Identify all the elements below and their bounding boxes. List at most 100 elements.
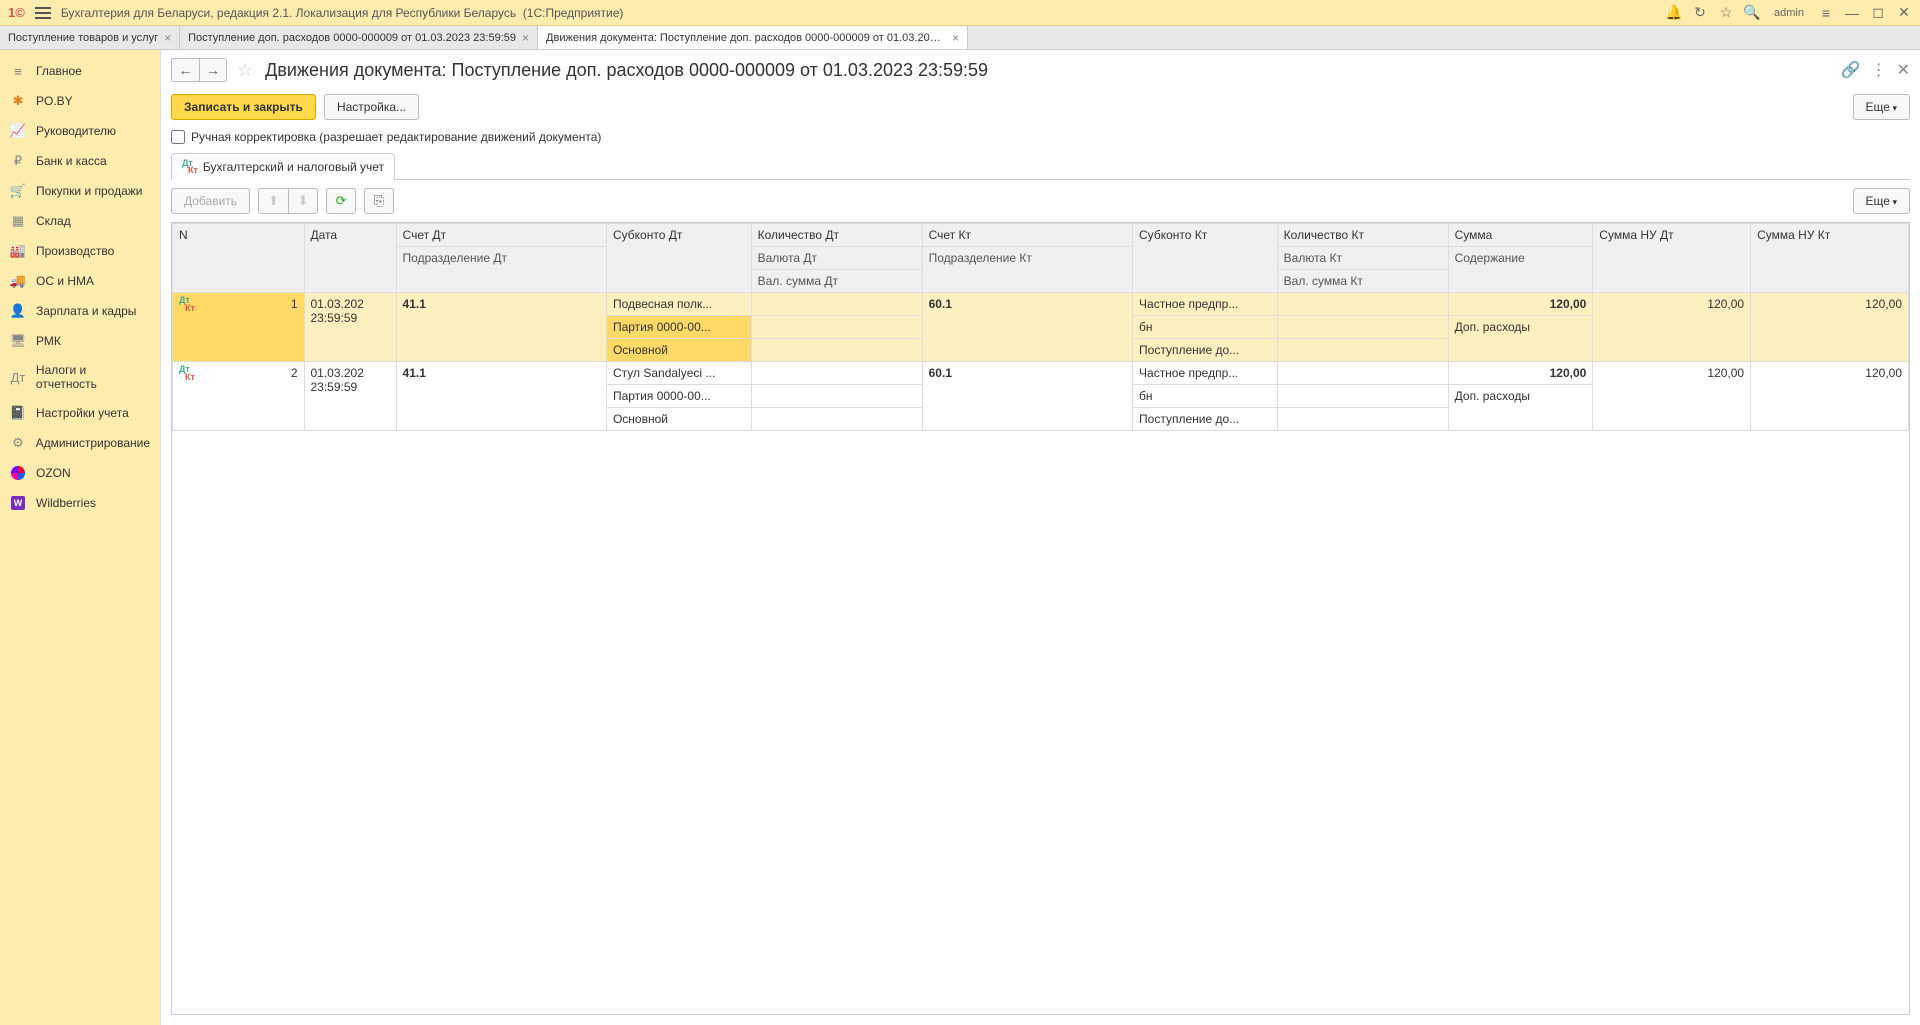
col-acct-dt[interactable]: Счет Дт: [396, 224, 606, 247]
sidebar-label: Зарплата и кадры: [36, 304, 136, 318]
cell-sub-kt: Частное предпр...: [1133, 362, 1278, 385]
sidebar-item-4[interactable]: 🛒Покупки и продажи: [0, 176, 160, 206]
sidebar-item-0[interactable]: ≡Главное: [0, 56, 160, 86]
sidebar-icon: ≡: [10, 63, 26, 79]
cell-qty-kt: [1277, 362, 1448, 385]
dtkt-icon: ДтКт: [182, 160, 198, 174]
sidebar-item-12[interactable]: ⚙Администрирование: [0, 428, 160, 458]
close-icon[interactable]: ×: [522, 31, 529, 45]
user-label[interactable]: admin: [1774, 7, 1804, 19]
col-val-dt[interactable]: Вал. сумма Дт: [751, 270, 922, 293]
tab-1[interactable]: Поступление доп. расходов 0000-000009 от…: [180, 26, 538, 49]
col-sub-kt[interactable]: Субконто Кт: [1133, 224, 1278, 293]
ozon-icon: [10, 465, 26, 481]
sidebar-item-11[interactable]: 📓Настройки учета: [0, 398, 160, 428]
cell-sub-dt: Партия 0000-00...: [606, 316, 751, 339]
sidebar-item-10[interactable]: ДтНалоги и отчетность: [0, 356, 160, 398]
col-qty-dt[interactable]: Количество Дт: [751, 224, 922, 247]
tab-2[interactable]: Движения документа: Поступление доп. рас…: [538, 26, 968, 49]
cell-sum: 120,00: [1448, 293, 1593, 316]
move-up-button[interactable]: ⬆: [258, 188, 288, 214]
menu-icon[interactable]: [35, 7, 51, 19]
cell-cur-kt: [1277, 385, 1448, 408]
col-dep-dt[interactable]: Подразделение Дт: [396, 247, 606, 293]
refresh-button[interactable]: ⟳: [326, 188, 356, 214]
sidebar-icon: 📈: [10, 123, 26, 139]
save-close-button[interactable]: Записать и закрыть: [171, 94, 316, 120]
cell-acct-dt: 41.1: [396, 362, 606, 431]
settings-button[interactable]: Настройка...: [324, 94, 419, 120]
sidebar-item-14[interactable]: WWildberries: [0, 488, 160, 518]
table-toolbar: Добавить ⬆ ⬇ ⟳ ⎘ Еще: [161, 180, 1920, 222]
sidebar-label: Администрирование: [36, 436, 150, 450]
col-dep-kt[interactable]: Подразделение Кт: [922, 247, 1132, 293]
favorite-star-icon[interactable]: ☆: [237, 60, 253, 81]
bell-icon[interactable]: 🔔: [1666, 5, 1682, 21]
sidebar-item-9[interactable]: 🖥РМК: [0, 326, 160, 356]
sidebar-label: OZON: [36, 466, 71, 480]
page-title: Движения документа: Поступление доп. рас…: [265, 60, 988, 81]
cell-sub-dt: Основной: [606, 339, 751, 362]
table-more-button[interactable]: Еще: [1853, 188, 1910, 214]
kebab-icon[interactable]: ⋮: [1871, 60, 1887, 80]
col-date[interactable]: Дата: [304, 224, 396, 293]
table-row[interactable]: ДтКт101.03.20223:59:5941.1Подвесная полк…: [173, 293, 1909, 316]
search-icon[interactable]: 🔍: [1744, 5, 1760, 21]
sidebar-icon: 📓: [10, 405, 26, 421]
sidebar-item-5[interactable]: ▦Склад: [0, 206, 160, 236]
link-icon[interactable]: 🔗: [1841, 60, 1861, 80]
sidebar-item-1[interactable]: ✱PO.BY: [0, 86, 160, 116]
export-button[interactable]: ⎘: [364, 188, 394, 214]
maximize-icon[interactable]: ◻: [1870, 5, 1886, 21]
close-icon[interactable]: ×: [952, 31, 959, 45]
cell-date: 01.03.20223:59:59: [304, 362, 396, 431]
minimize-icon[interactable]: —: [1844, 5, 1860, 21]
add-button[interactable]: Добавить: [171, 188, 250, 214]
col-nu-kt[interactable]: Сумма НУ Кт: [1751, 224, 1909, 293]
sidebar-item-2[interactable]: 📈Руководителю: [0, 116, 160, 146]
cell-qty-kt: [1277, 293, 1448, 316]
col-sum[interactable]: Сумма: [1448, 224, 1593, 247]
more-button[interactable]: Еще: [1853, 94, 1910, 120]
dtkt-icon: ДтКт: [179, 297, 195, 311]
table-row[interactable]: ДтКт201.03.20223:59:5941.1Стул Sandalyec…: [173, 362, 1909, 385]
cell-sub-kt: бн: [1133, 316, 1278, 339]
sidebar-item-7[interactable]: 🚚ОС и НМА: [0, 266, 160, 296]
col-qty-kt[interactable]: Количество Кт: [1277, 224, 1448, 247]
sidebar-item-8[interactable]: 👤Зарплата и кадры: [0, 296, 160, 326]
settings-icon[interactable]: ≡: [1818, 5, 1834, 21]
page-header: ← → ☆ Движения документа: Поступление до…: [161, 50, 1920, 90]
col-sub-dt[interactable]: Субконто Дт: [606, 224, 751, 293]
col-val-kt[interactable]: Вал. сумма Кт: [1277, 270, 1448, 293]
nav-forward-button[interactable]: →: [199, 58, 227, 82]
col-n[interactable]: N: [173, 224, 305, 293]
move-down-button[interactable]: ⬇: [288, 188, 318, 214]
cell-sum: 120,00: [1448, 362, 1593, 385]
doc-section-tabs: ДтКт Бухгалтерский и налоговый учет: [171, 152, 1910, 180]
manual-edit-checkbox[interactable]: [171, 130, 185, 144]
col-acct-kt[interactable]: Счет Кт: [922, 224, 1132, 247]
entries-table: N Дата Счет Дт Субконто Дт Количество Дт…: [172, 223, 1909, 431]
sidebar-item-3[interactable]: ₽Банк и касса: [0, 146, 160, 176]
col-cur-kt[interactable]: Валюта Кт: [1277, 247, 1448, 270]
cell-sub-dt: Основной: [606, 408, 751, 431]
tab-label: Поступление доп. расходов 0000-000009 от…: [188, 32, 516, 44]
close-icon[interactable]: ×: [164, 31, 171, 45]
close-window-icon[interactable]: ✕: [1896, 5, 1912, 21]
close-page-icon[interactable]: ✕: [1897, 60, 1910, 80]
col-cur-dt[interactable]: Валюта Дт: [751, 247, 922, 270]
col-content[interactable]: Содержание: [1448, 247, 1593, 293]
cell-nu-dt: 120,00: [1593, 293, 1751, 362]
sidebar-item-13[interactable]: OZON: [0, 458, 160, 488]
cell-sub-kt: Частное предпр...: [1133, 293, 1278, 316]
sidebar-label: РМК: [36, 334, 61, 348]
cell-val-kt: [1277, 339, 1448, 362]
history-icon[interactable]: ↻: [1692, 5, 1708, 21]
col-nu-dt[interactable]: Сумма НУ Дт: [1593, 224, 1751, 293]
nav-back-button[interactable]: ←: [171, 58, 199, 82]
star-icon[interactable]: ☆: [1718, 5, 1734, 21]
cell-nu-dt: 120,00: [1593, 362, 1751, 431]
sidebar-item-6[interactable]: 🏭Производство: [0, 236, 160, 266]
doc-tab-accounting[interactable]: ДтКт Бухгалтерский и налоговый учет: [171, 153, 395, 180]
tab-0[interactable]: Поступление товаров и услуг×: [0, 26, 180, 49]
